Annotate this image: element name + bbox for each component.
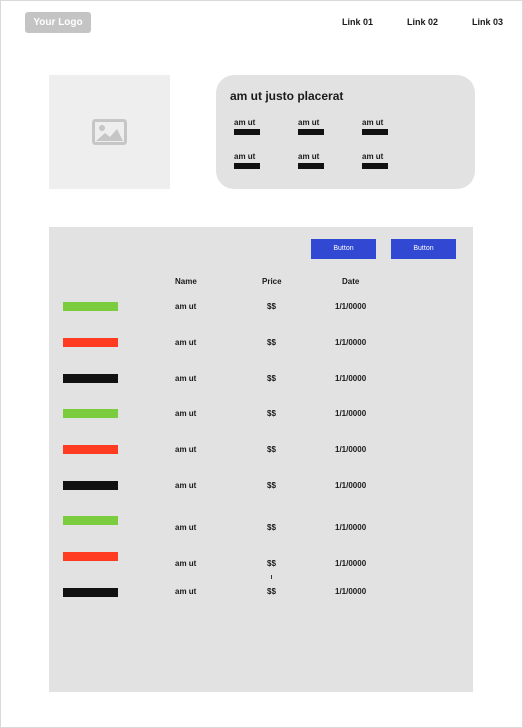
cell-name: am ut xyxy=(175,409,197,418)
status-indicator xyxy=(63,552,118,561)
image-icon xyxy=(92,119,127,145)
cell-date: 1/1/0000 xyxy=(335,445,367,454)
cell-name: am ut xyxy=(175,302,197,311)
info-item: am ut xyxy=(234,118,264,135)
cell-price: $$ xyxy=(267,587,276,596)
info-item-label: am ut xyxy=(298,118,320,127)
info-item-label: am ut xyxy=(234,118,256,127)
cell-price: $$ xyxy=(267,302,276,311)
cell-name: am ut xyxy=(175,559,197,568)
info-item-bar xyxy=(298,129,324,135)
info-card-title: am ut justo placerat xyxy=(230,89,344,103)
info-item-label: am ut xyxy=(362,118,384,127)
cell-price: $$ xyxy=(267,374,276,383)
cell-date: 1/1/0000 xyxy=(335,587,367,596)
status-indicator xyxy=(63,338,118,347)
cell-name: am ut xyxy=(175,481,197,490)
status-indicator xyxy=(63,302,118,311)
cell-name: am ut xyxy=(175,445,197,454)
status-indicator xyxy=(63,445,118,454)
cell-date: 1/1/0000 xyxy=(335,481,367,490)
info-item-label: am ut xyxy=(234,152,256,161)
cell-price: $$ xyxy=(267,338,276,347)
action-button-1[interactable]: Button xyxy=(311,239,376,259)
cell-price: $$ xyxy=(267,481,276,490)
status-indicator xyxy=(63,516,118,525)
cell-name: am ut xyxy=(175,374,197,383)
cell-date: 1/1/0000 xyxy=(335,523,367,532)
info-item: am ut xyxy=(298,118,328,135)
info-item: am ut xyxy=(362,152,392,169)
stray-mark xyxy=(271,575,272,579)
info-item: am ut xyxy=(298,152,328,169)
cell-price: $$ xyxy=(267,445,276,454)
action-button-2[interactable]: Button xyxy=(391,239,456,259)
column-header-name[interactable]: Name xyxy=(175,277,197,286)
info-item-label: am ut xyxy=(362,152,384,161)
cell-date: 1/1/0000 xyxy=(335,374,367,383)
info-item-bar xyxy=(234,129,260,135)
status-indicator xyxy=(63,481,118,490)
cell-price: $$ xyxy=(267,523,276,532)
cell-price: $$ xyxy=(267,409,276,418)
cell-date: 1/1/0000 xyxy=(335,409,367,418)
status-indicator xyxy=(63,409,118,418)
status-indicator xyxy=(63,374,118,383)
cell-name: am ut xyxy=(175,338,197,347)
info-item-bar xyxy=(362,163,388,169)
image-placeholder xyxy=(49,75,170,189)
column-header-date[interactable]: Date xyxy=(342,277,359,286)
cell-date: 1/1/0000 xyxy=(335,559,367,568)
info-item-bar xyxy=(298,163,324,169)
info-item-bar xyxy=(234,163,260,169)
logo[interactable]: Your Logo xyxy=(25,12,91,33)
info-item: am ut xyxy=(362,118,392,135)
nav-link-01[interactable]: Link 01 xyxy=(342,17,373,27)
info-card: am ut justo placerat am ut am ut am ut a… xyxy=(216,75,475,189)
info-item-bar xyxy=(362,129,388,135)
status-indicator xyxy=(63,588,118,597)
info-item-label: am ut xyxy=(298,152,320,161)
cell-name: am ut xyxy=(175,587,197,596)
nav-link-02[interactable]: Link 02 xyxy=(407,17,438,27)
info-item: am ut xyxy=(234,152,264,169)
nav-link-03[interactable]: Link 03 xyxy=(472,17,503,27)
cell-price: $$ xyxy=(267,559,276,568)
table-row[interactable]: am ut $$ 1/1/0000 xyxy=(49,227,473,597)
cell-date: 1/1/0000 xyxy=(335,338,367,347)
table-panel: Button Button Name Price Date am ut $$ 1/1… xyxy=(49,227,473,692)
column-header-price[interactable]: Price xyxy=(262,277,282,286)
cell-name: am ut xyxy=(175,523,197,532)
cell-date: 1/1/0000 xyxy=(335,302,367,311)
